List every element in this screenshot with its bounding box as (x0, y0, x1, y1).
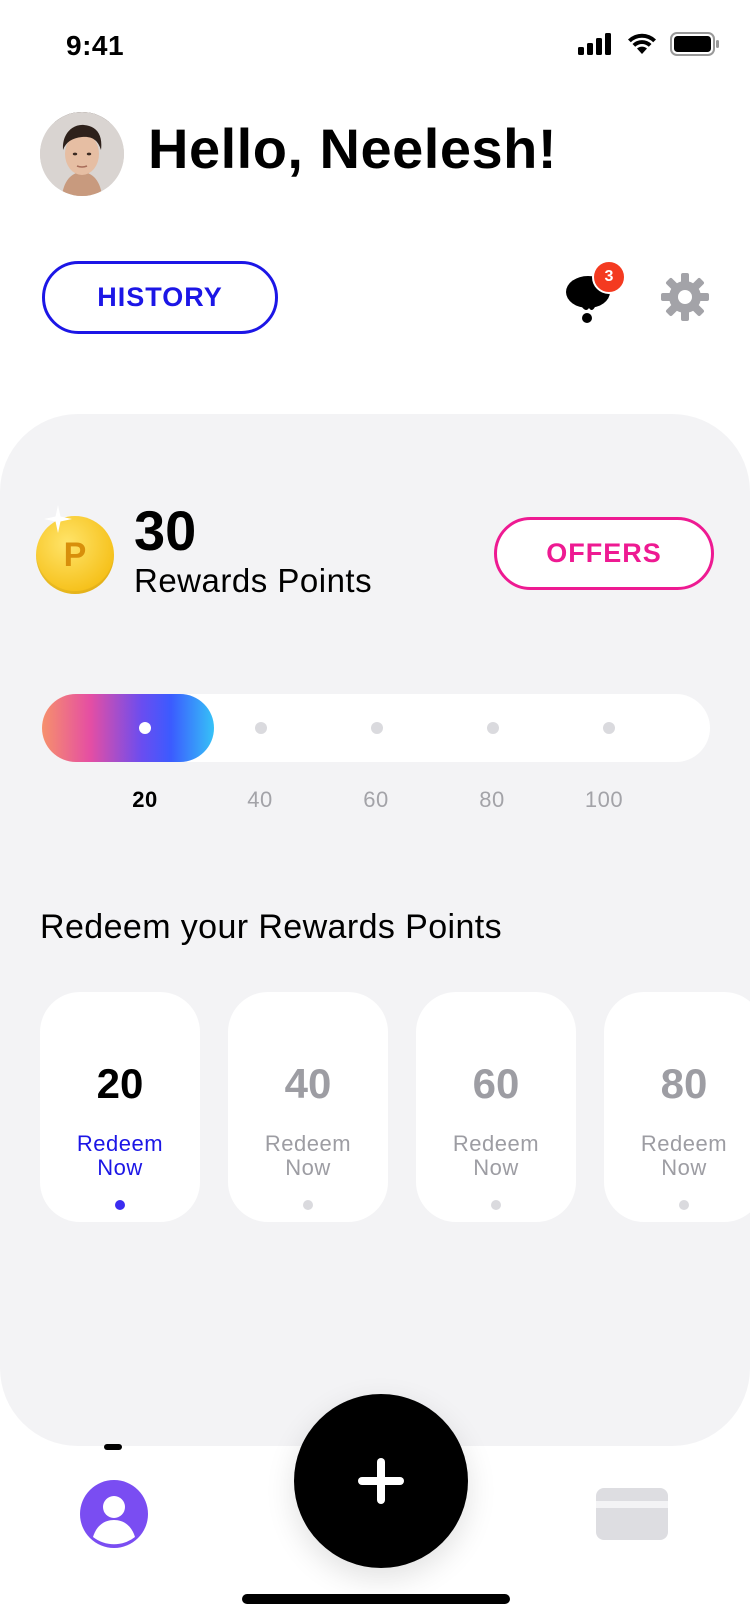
redeem-now-link[interactable]: Redeem Now (604, 1132, 750, 1180)
redeem-now-link[interactable]: Redeem Now (416, 1132, 576, 1180)
notification-badge: 3 (592, 260, 626, 294)
selected-indicator (115, 1200, 125, 1210)
page-indicator (303, 1200, 313, 1210)
progress-tick-80: 80 (479, 787, 505, 812)
page-indicator (679, 1200, 689, 1210)
profile-icon[interactable] (80, 1480, 148, 1548)
redeem-section-title: Redeem your Rewards Points (40, 908, 503, 946)
history-button[interactable]: HISTORY (42, 261, 278, 334)
status-time: 9:41 (66, 30, 125, 61)
gear-icon[interactable] (660, 272, 710, 322)
home-indicator (242, 1594, 510, 1604)
redeem-label-line1: Redeem (76, 1131, 164, 1156)
redeem-amount: 80 (660, 1060, 708, 1107)
page-indicator (491, 1200, 501, 1210)
sparkle-icon (44, 505, 72, 533)
redeem-label-line1: Redeem (264, 1131, 352, 1156)
active-tab-marker (104, 1444, 122, 1450)
progress-dot-60 (371, 722, 383, 734)
status-icons (578, 32, 720, 56)
redeem-label-line2: Now (285, 1155, 331, 1180)
redeem-card-80[interactable]: 80 Redeem Now (604, 992, 750, 1222)
progress-tick-60: 60 (363, 787, 389, 812)
redeem-card-60[interactable]: 60 Redeem Now (416, 992, 576, 1222)
redeem-label-line1: Redeem (640, 1131, 728, 1156)
progress-dot-100 (603, 722, 615, 734)
card-icon[interactable] (596, 1488, 668, 1540)
redeem-now-link[interactable]: Redeem Now (228, 1132, 388, 1180)
progress-tick-20: 20 (132, 787, 158, 812)
redeem-amount: 60 (472, 1060, 520, 1107)
offers-button[interactable]: OFFERS (494, 517, 714, 590)
redeem-amount: 40 (284, 1060, 332, 1107)
redeem-label-line2: Now (661, 1155, 707, 1180)
progress-dot-40 (255, 722, 267, 734)
avatar-portrait (40, 112, 124, 196)
rewards-progress-bar (42, 694, 710, 762)
add-button[interactable] (294, 1394, 468, 1568)
redeem-card-20[interactable]: 20 Redeem Now (40, 992, 200, 1222)
progress-tick-40: 40 (247, 787, 273, 812)
redeem-label-line2: Now (97, 1155, 143, 1180)
points-value: 30 (134, 499, 197, 562)
progress-tick-100: 100 (584, 787, 624, 812)
redeem-amount: 20 (96, 1060, 144, 1107)
redeem-label-line2: Now (473, 1155, 519, 1180)
progress-dot-20 (139, 722, 151, 734)
points-label: Rewards Points (134, 562, 373, 599)
plus-icon (358, 1458, 404, 1504)
wifi-icon (628, 33, 656, 54)
redeem-label-line1: Redeem (452, 1131, 540, 1156)
greeting-title: Hello, Neelesh! (148, 117, 557, 180)
progress-fill (42, 694, 214, 762)
redeem-card-40[interactable]: 40 Redeem Now (228, 992, 388, 1222)
avatar[interactable] (40, 112, 124, 196)
battery-icon (670, 32, 719, 56)
progress-dot-80 (487, 722, 499, 734)
redeem-list[interactable]: 20 Redeem Now 40 Redeem Now 60 Redeem No… (40, 992, 750, 1222)
signal-icon (578, 33, 611, 55)
redeem-now-link[interactable]: Redeem Now (40, 1132, 200, 1180)
